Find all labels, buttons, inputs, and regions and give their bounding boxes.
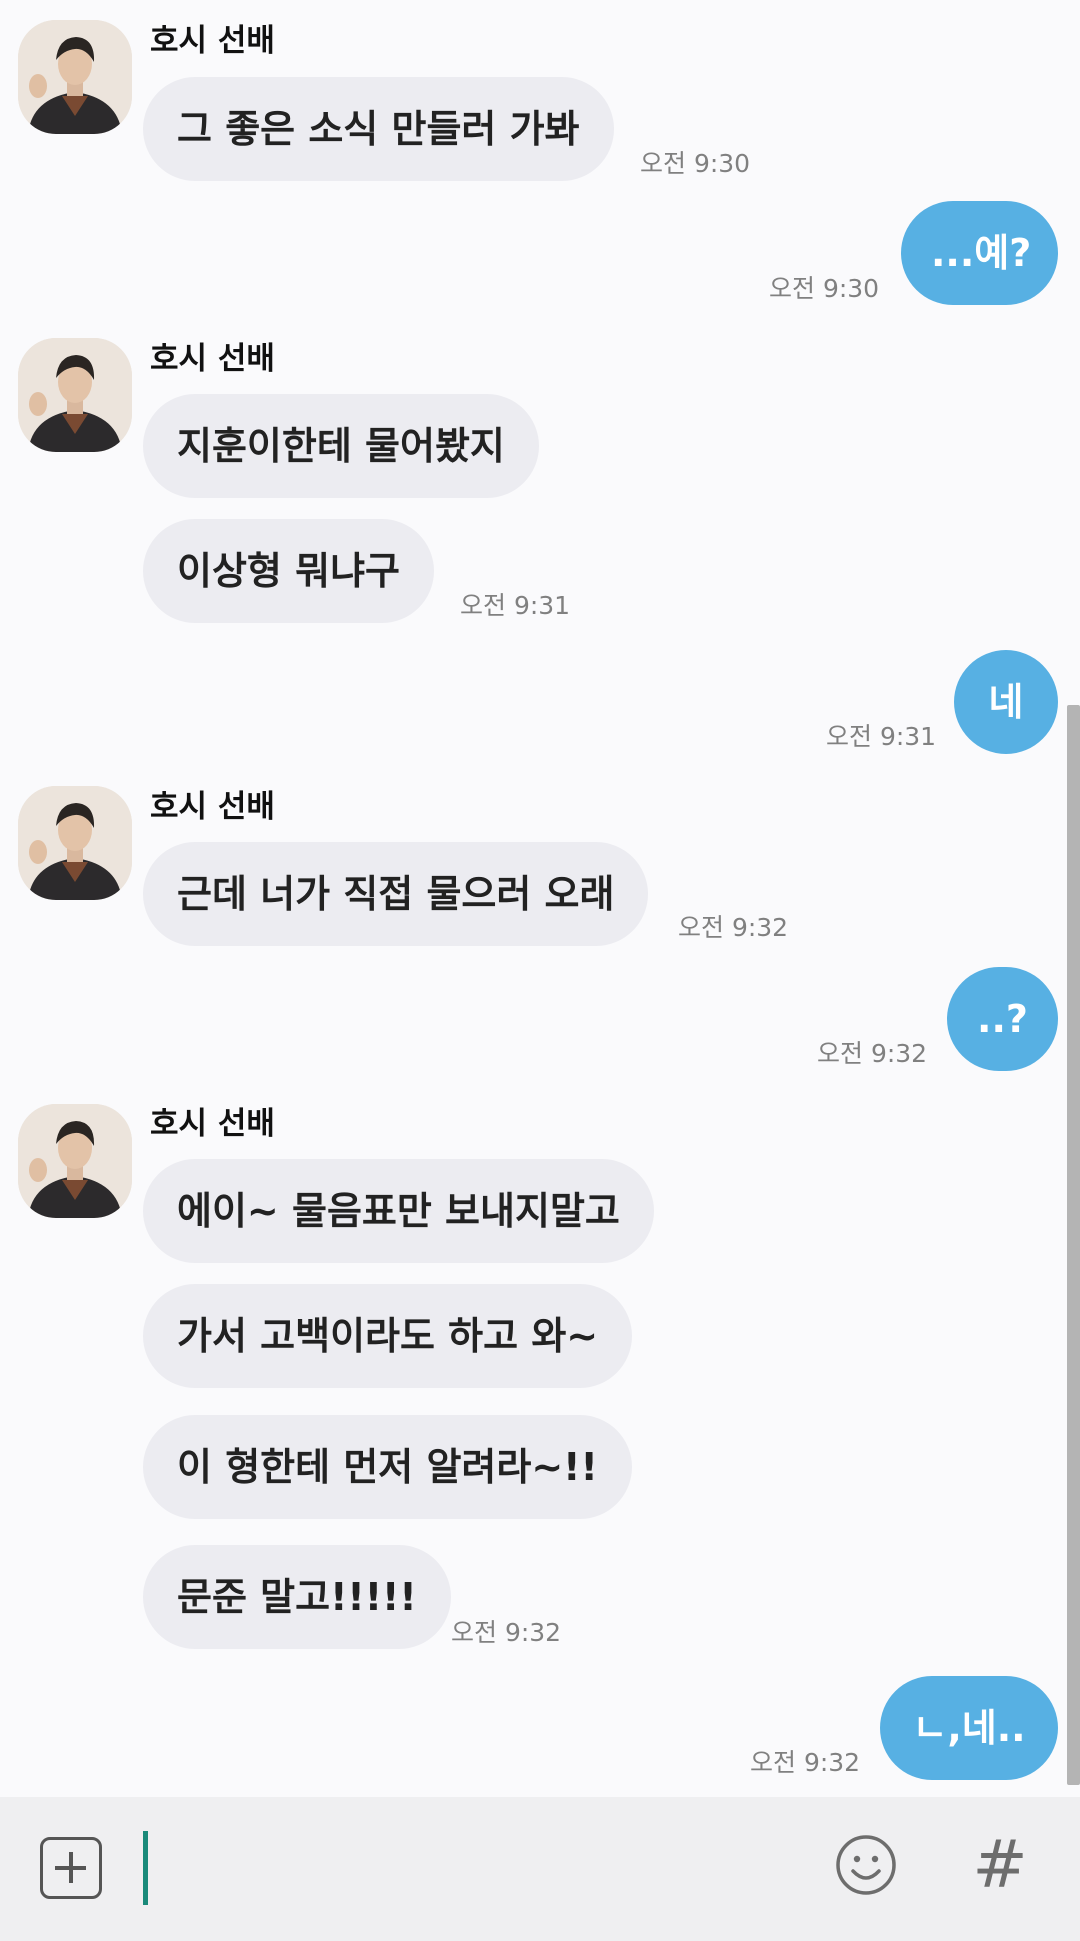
message-timestamp: 오전 9:30 [640, 149, 751, 178]
message-bubble[interactable]: 문준 말고!!!!! [143, 1545, 451, 1649]
sender-avatar[interactable] [18, 786, 132, 900]
message-timestamp: 오전 9:32 [817, 1039, 928, 1068]
message-bubble[interactable]: 지훈이한테 물어봤지 [143, 394, 539, 498]
message-timestamp: 오전 9:32 [750, 1748, 861, 1777]
profile-photo-icon [18, 20, 132, 134]
message-bubble[interactable]: ㄴ,네.. [880, 1676, 1058, 1780]
sender-avatar[interactable] [18, 1104, 132, 1218]
message-bubble[interactable]: ..? [947, 967, 1058, 1071]
message-bubble[interactable]: 에이~ 물음표만 보내지말고 [143, 1159, 654, 1263]
smiley-icon[interactable] [834, 1833, 898, 1897]
sender-name: 호시 선배 [150, 789, 275, 825]
message-bubble[interactable]: 네 [954, 650, 1058, 754]
sender-name: 호시 선배 [150, 1106, 275, 1142]
message-timestamp: 오전 9:32 [451, 1618, 562, 1647]
profile-photo-icon [18, 338, 132, 452]
message-bubble[interactable]: 이상형 뭐냐구 [143, 519, 434, 623]
hashtag-button[interactable]: # [965, 1825, 1035, 1905]
message-bubble[interactable]: ...예? [901, 201, 1058, 305]
message-bubble[interactable]: 이 형한테 먼저 알려라~!! [143, 1415, 632, 1519]
sender-avatar[interactable] [18, 20, 132, 134]
message-timestamp: 오전 9:30 [769, 274, 880, 303]
scrollbar[interactable] [1067, 705, 1080, 1785]
message-bubble[interactable]: 가서 고백이라도 하고 와~ [143, 1284, 633, 1388]
profile-photo-icon [18, 1104, 132, 1218]
sender-avatar[interactable] [18, 338, 132, 452]
message-list[interactable]: 호시 선배 그 좋은 소식 만들러 가봐 오전 9:30 ...예? 오전 9:… [0, 0, 1080, 1797]
message-timestamp: 오전 9:31 [460, 591, 571, 620]
profile-photo-icon [18, 786, 132, 900]
sender-name: 호시 선배 [150, 23, 275, 59]
text-cursor [143, 1831, 148, 1905]
message-timestamp: 오전 9:32 [678, 913, 789, 942]
message-bubble[interactable]: 근데 너가 직접 물으러 오래 [143, 842, 649, 946]
sender-name: 호시 선배 [150, 341, 275, 377]
plus-square-icon[interactable] [40, 1837, 102, 1899]
message-timestamp: 오전 9:31 [826, 722, 937, 751]
chat-screen: 호시 선배 그 좋은 소식 만들러 가봐 오전 9:30 ...예? 오전 9:… [0, 0, 1080, 1941]
message-bubble[interactable]: 그 좋은 소식 만들러 가봐 [143, 77, 614, 181]
message-input-bar: # [0, 1797, 1080, 1941]
message-input[interactable] [142, 1831, 816, 1907]
